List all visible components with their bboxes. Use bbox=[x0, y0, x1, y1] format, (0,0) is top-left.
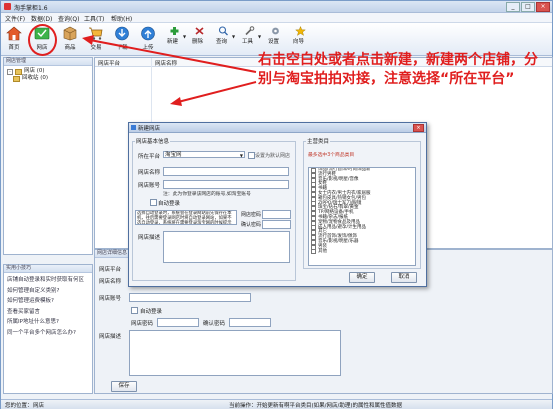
arrow-to-shop-button-icon bbox=[82, 35, 257, 73]
arrow-to-grid-icon bbox=[170, 81, 257, 106]
annotation-arrows bbox=[82, 35, 257, 106]
